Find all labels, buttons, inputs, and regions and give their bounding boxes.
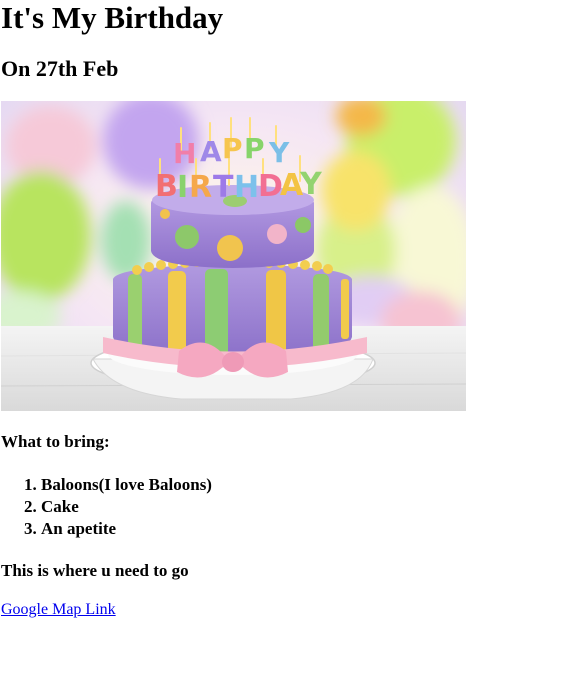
list-item: Baloons(I love Baloons) <box>41 474 565 496</box>
svg-text:R: R <box>189 170 212 205</box>
birthday-page: It's My Birthday On 27th Feb H A P P Y B… <box>1 0 565 620</box>
svg-text:T: T <box>213 170 234 205</box>
directions-heading: This is where u need to go <box>1 561 189 580</box>
svg-text:P: P <box>222 132 243 165</box>
svg-text:Y: Y <box>268 136 290 169</box>
list-item: Cake <box>41 496 565 518</box>
svg-text:A: A <box>200 135 222 168</box>
svg-text:Y: Y <box>299 167 323 202</box>
page-title: It's My Birthday <box>1 0 224 35</box>
date-heading: On 27th Feb <box>1 56 119 81</box>
svg-text:I: I <box>177 170 188 205</box>
bring-list: Baloons(I love Baloons) Cake An apetite <box>1 474 565 540</box>
svg-text:H: H <box>173 137 196 170</box>
list-item: An apetite <box>41 518 565 540</box>
svg-text:B: B <box>155 169 178 204</box>
svg-text:P: P <box>244 132 265 165</box>
bring-heading: What to bring: <box>1 432 110 451</box>
birthday-cake-image: H A P P Y B I R T H D A Y <box>1 101 466 411</box>
svg-text:H: H <box>234 170 259 205</box>
google-map-link[interactable]: Google Map Link <box>1 600 116 620</box>
